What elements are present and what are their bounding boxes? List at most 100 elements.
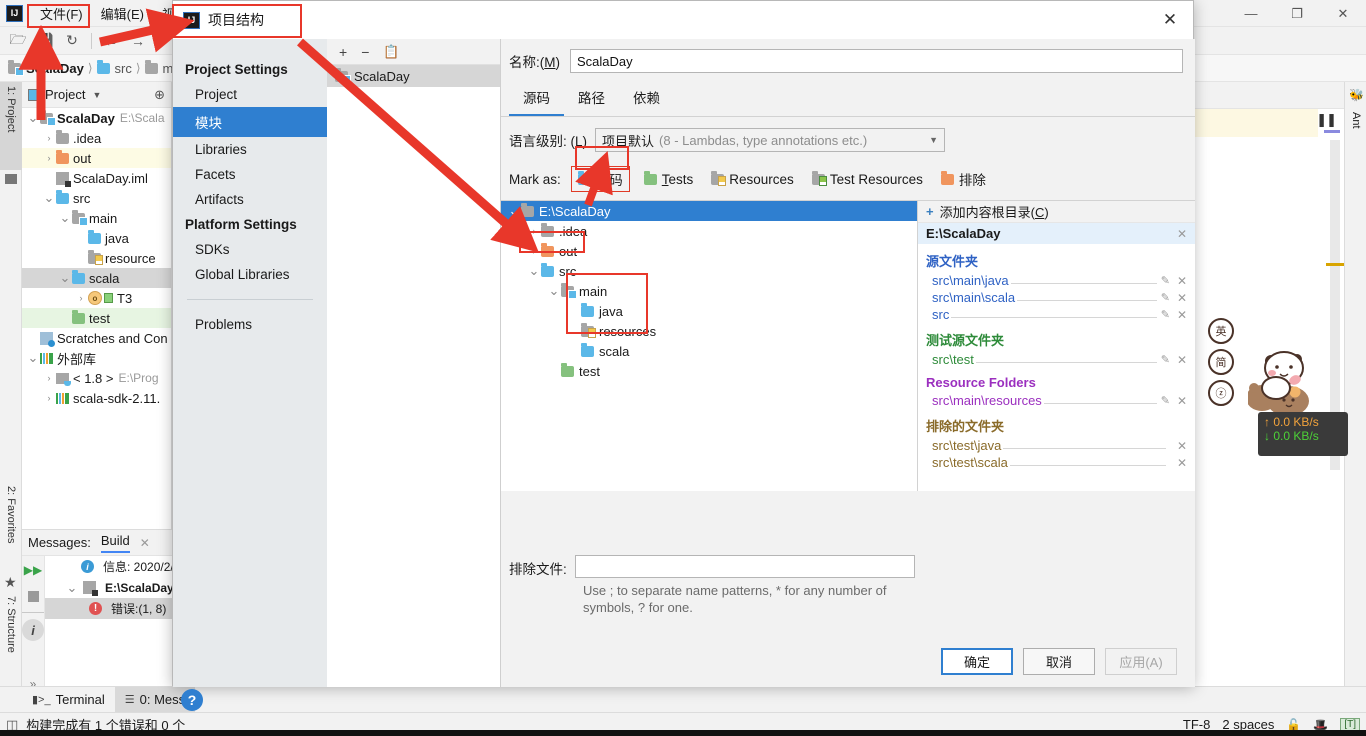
chevron-down-icon[interactable]: ⌄ [527,267,541,275]
chevron-down-icon[interactable]: ⌄ [507,207,521,215]
content-root-entry[interactable]: src\main\resources✎✕ [918,392,1195,409]
add-content-root-button[interactable]: + 添加内容根目录(C) [918,201,1195,223]
chevron-down-icon[interactable]: ⌄ [58,274,72,282]
tree-row[interactable]: Scratches and Con [22,328,171,348]
help-button[interactable]: ? [181,689,203,711]
nav-item-libraries[interactable]: Libraries [173,137,327,162]
sidebar-item-structure[interactable]: 7: Structure [0,592,22,688]
remove-content-root-icon[interactable]: ✕ [1177,227,1187,241]
chevron-down-icon[interactable]: ⌄ [26,114,40,122]
menu-item-file[interactable]: 文件(F) [31,1,92,26]
ime-english-button[interactable]: 英 [1208,318,1234,344]
back-icon[interactable]: ← [99,30,123,52]
nav-item-facets[interactable]: Facets [173,162,327,187]
close-icon[interactable]: ✕ [1320,0,1366,27]
message-row[interactable]: !错误:(1, 8) [45,598,184,619]
module-list-item-scaladay[interactable]: ScalaDay [327,65,500,87]
content-tree-row[interactable]: ⌄src [501,261,917,281]
breadcrumb-item-src[interactable]: src [97,61,132,76]
nav-item-problems[interactable]: Problems [173,312,327,337]
content-tree-row[interactable]: scala [501,341,917,361]
ok-button[interactable]: 确定 [941,648,1013,675]
chevron-down-icon[interactable]: ⌄ [26,354,40,362]
tree-row[interactable]: ⌄外部库 [22,348,171,368]
mark-as-sources-button[interactable]: 源码 [571,166,630,192]
tab-sources[interactable]: 源码 [509,81,564,116]
sidebar-item-project[interactable]: 1: Project [0,82,22,170]
mark-as-tests-button[interactable]: Tests [640,170,698,189]
content-root-entry[interactable]: src\main\java✎✕ [918,272,1195,289]
sidebar-item-favorites[interactable]: 2: Favorites [0,482,22,574]
tree-row[interactable]: ›scala-sdk-2.11. [22,388,171,408]
copy-module-icon[interactable]: 📋 [383,44,399,60]
info-icon[interactable]: i [22,619,44,641]
breadcrumb-item-main[interactable]: m [145,61,174,76]
chevron-down-icon[interactable]: ⌄ [547,287,561,295]
content-tree-row[interactable]: resources [501,321,917,341]
tab-dependencies[interactable]: 依赖 [619,81,674,116]
message-row[interactable]: i信息: 2020/2/1 [45,556,184,577]
chevron-down-icon[interactable]: ▼ [92,90,101,100]
tree-row[interactable]: ⌄scala [22,268,171,288]
remove-entry-icon[interactable]: ✕ [1177,274,1187,288]
chevron-right-icon[interactable]: › [527,246,541,256]
tree-row[interactable]: ›out [22,148,171,168]
edit-pencil-icon[interactable]: ✎ [1161,291,1170,304]
nav-item-modules[interactable]: 模块 [173,107,327,137]
mark-as-test-resources-button[interactable]: Test Resources [808,170,927,189]
content-root-entry[interactable]: src\test\java ✕ [918,437,1195,454]
apply-button[interactable]: 应用(A) [1105,648,1177,675]
sidebar-item-ant[interactable]: Ant [1345,108,1366,133]
remove-entry-icon[interactable]: ✕ [1177,456,1187,470]
content-tree-row[interactable]: test [501,361,917,381]
ime-skin-button[interactable]: ⓩ [1208,380,1234,406]
open-icon[interactable]: 🗁 [6,30,30,52]
remove-entry-icon[interactable]: ✕ [1177,291,1187,305]
chevron-right-icon[interactable]: › [42,373,56,383]
edit-pencil-icon[interactable]: ✎ [1161,394,1170,407]
nav-item-sdks[interactable]: SDKs [173,237,327,262]
remove-entry-icon[interactable]: ✕ [1177,394,1187,408]
nav-item-global-libraries[interactable]: Global Libraries [173,262,327,287]
tree-row[interactable]: ⌄main [22,208,171,228]
scroll-from-source-icon[interactable]: ⊕ [154,87,165,103]
language-level-select[interactable]: 项目默认 (8 - Lambdas, type annotations etc.… [595,128,945,152]
chevron-down-icon[interactable]: ⌄ [42,194,56,202]
minimize-icon[interactable]: — [1228,0,1274,27]
content-root-entry[interactable]: src✎✕ [918,306,1195,323]
content-tree-row[interactable]: ⌄E:\ScalaDay [501,201,917,221]
forward-icon[interactable]: → [126,30,150,52]
nav-item-project[interactable]: Project [173,82,327,107]
rerun-icon[interactable]: ▶▶ [22,560,44,580]
sync-icon[interactable]: ↻ [60,30,84,52]
add-module-button[interactable]: + [339,44,347,60]
remove-entry-icon[interactable]: ✕ [1177,439,1187,453]
content-tree-row[interactable]: ⌄main [501,281,917,301]
stop-icon[interactable] [22,586,44,606]
ime-simplified-button[interactable]: 简 [1208,349,1234,375]
chevron-right-icon[interactable]: › [527,226,541,236]
remove-entry-icon[interactable]: ✕ [1177,353,1187,367]
tree-row[interactable]: test [22,308,171,328]
edit-pencil-icon[interactable]: ✎ [1161,308,1170,321]
content-tree-row[interactable]: ›out [501,241,917,261]
tab-build[interactable]: Build [101,533,130,553]
close-icon[interactable]: ✕ [140,536,150,550]
nav-item-artifacts[interactable]: Artifacts [173,187,327,212]
mark-as-resources-button[interactable]: Resources [707,170,798,189]
module-name-input[interactable]: ScalaDay [570,49,1183,73]
chevron-right-icon[interactable]: › [74,293,88,303]
chevron-right-icon[interactable]: › [42,393,56,403]
chevron-right-icon[interactable]: › [42,153,56,163]
tree-row[interactable]: ›.idea [22,128,171,148]
tree-row[interactable]: ›< 1.8 >E:\Prog [22,368,171,388]
edit-pencil-icon[interactable]: ✎ [1161,353,1170,366]
breadcrumb-item-project[interactable]: ScalaDay [8,61,84,76]
dialog-close-button[interactable]: ✕ [1147,1,1193,39]
message-row[interactable]: ⌄E:\ScalaDay\s [45,577,184,598]
chevron-down-icon[interactable]: ⌄ [65,584,79,592]
save-icon[interactable]: 💾 [33,30,57,52]
mark-as-excluded-button[interactable]: 排除 [937,167,990,191]
content-tree-row[interactable]: java [501,301,917,321]
tree-row[interactable]: ›oT3 [22,288,171,308]
